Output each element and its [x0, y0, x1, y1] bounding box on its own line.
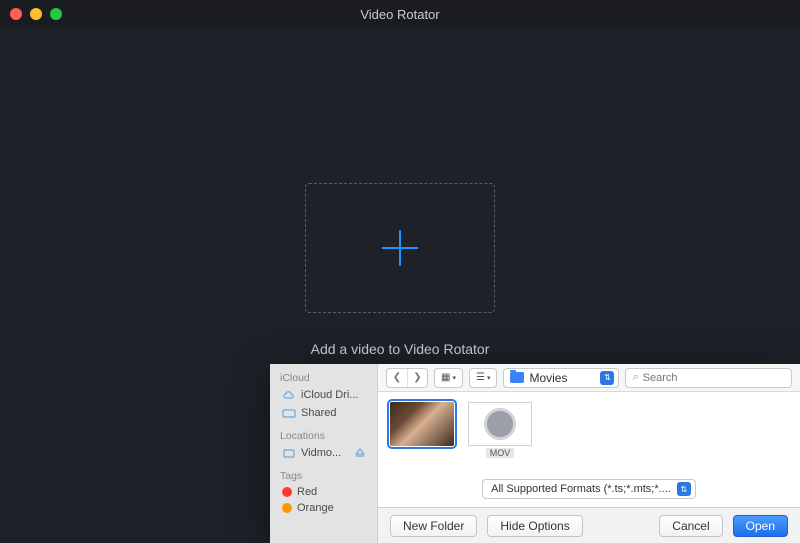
dropzone-label: Add a video to Video Rotator: [311, 341, 490, 357]
button-label: Cancel: [672, 519, 709, 533]
new-folder-button[interactable]: New Folder: [390, 515, 477, 537]
sidebar-item-label: Orange: [297, 502, 334, 514]
chevron-down-icon: ▾: [487, 374, 491, 382]
open-button[interactable]: Open: [733, 515, 788, 537]
sidebar-item-shared[interactable]: Shared: [270, 404, 377, 422]
dialog-sidebar: iCloud iCloud Dri... Shared Locations Vi…: [270, 364, 378, 543]
path-label: Movies: [529, 371, 567, 385]
file-area: MOV All Supported Formats (*.ts;*.mts;*.…: [378, 392, 800, 507]
grid-icon: ▦: [441, 372, 450, 383]
sidebar-item-label: Red: [297, 486, 317, 498]
hide-options-button[interactable]: Hide Options: [487, 515, 582, 537]
quicktime-icon: MOV: [468, 402, 532, 446]
minimize-window-button[interactable]: [30, 8, 42, 20]
button-label: New Folder: [403, 519, 464, 533]
traffic-lights: [0, 8, 62, 20]
dialog-toolbar: ❮ ❯ ▦▾ ☰▾ Movies ⇅ ⌕: [378, 364, 800, 392]
tag-red-icon: [282, 487, 292, 497]
close-window-button[interactable]: [10, 8, 22, 20]
search-input[interactable]: [643, 372, 785, 384]
sidebar-section-locations: Locations: [270, 428, 377, 444]
button-label: Open: [746, 519, 775, 533]
search-field-wrap: ⌕: [625, 368, 792, 388]
file-format-popup[interactable]: All Supported Formats (*.ts;*.mts;*.... …: [482, 479, 696, 499]
list-icon: ☰: [476, 372, 485, 383]
sidebar-item-label: iCloud Dri...: [301, 389, 358, 401]
open-file-dialog: iCloud iCloud Dri... Shared Locations Vi…: [270, 364, 800, 543]
dialog-footer: New Folder Hide Options Cancel Open: [378, 507, 800, 543]
sidebar-section-icloud: iCloud: [270, 370, 377, 386]
sidebar-tag-red[interactable]: Red: [270, 484, 377, 500]
titlebar: Video Rotator: [0, 0, 800, 28]
path-popup[interactable]: Movies ⇅: [503, 368, 619, 388]
view-mode-icons-button[interactable]: ▦▾: [434, 368, 463, 388]
updown-icon: ⇅: [600, 371, 614, 385]
format-row: All Supported Formats (*.ts;*.mts;*.... …: [378, 475, 800, 507]
zoom-window-button[interactable]: [50, 8, 62, 20]
sidebar-item-icloud-drive[interactable]: iCloud Dri...: [270, 386, 377, 404]
group-by-button[interactable]: ☰▾: [469, 368, 497, 388]
nav-forward-button[interactable]: ❯: [407, 369, 427, 387]
file-grid[interactable]: MOV: [378, 392, 800, 475]
nav-back-forward: ❮ ❯: [386, 368, 428, 388]
cancel-button[interactable]: Cancel: [659, 515, 722, 537]
tag-orange-icon: [282, 503, 292, 513]
nav-back-button[interactable]: ❮: [387, 369, 407, 387]
button-label: Hide Options: [500, 519, 569, 533]
sidebar-item-vidmo[interactable]: Vidmo...: [270, 444, 377, 462]
file-item-selected[interactable]: [390, 402, 454, 446]
disk-icon: [282, 446, 296, 460]
sidebar-section-tags: Tags: [270, 468, 377, 484]
add-video-dropzone[interactable]: [305, 183, 495, 313]
plus-icon: [382, 230, 418, 266]
cloud-icon: [282, 388, 296, 402]
video-thumbnail: [390, 402, 454, 446]
file-item-mov[interactable]: MOV: [468, 402, 532, 446]
folder-shared-icon: [282, 406, 296, 420]
updown-icon: ⇅: [677, 482, 691, 496]
eject-icon[interactable]: [353, 446, 367, 460]
window-title: Video Rotator: [0, 7, 800, 22]
sidebar-item-label: Vidmo...: [301, 447, 348, 459]
format-label: All Supported Formats (*.ts;*.mts;*....: [491, 483, 671, 495]
sidebar-item-label: Shared: [301, 407, 336, 419]
dialog-browser: ❮ ❯ ▦▾ ☰▾ Movies ⇅ ⌕: [378, 364, 800, 543]
folder-icon: [510, 372, 524, 383]
search-icon: ⌕: [632, 371, 638, 384]
chevron-down-icon: ▾: [452, 374, 456, 382]
mov-badge: MOV: [486, 448, 515, 458]
sidebar-tag-orange[interactable]: Orange: [270, 500, 377, 516]
